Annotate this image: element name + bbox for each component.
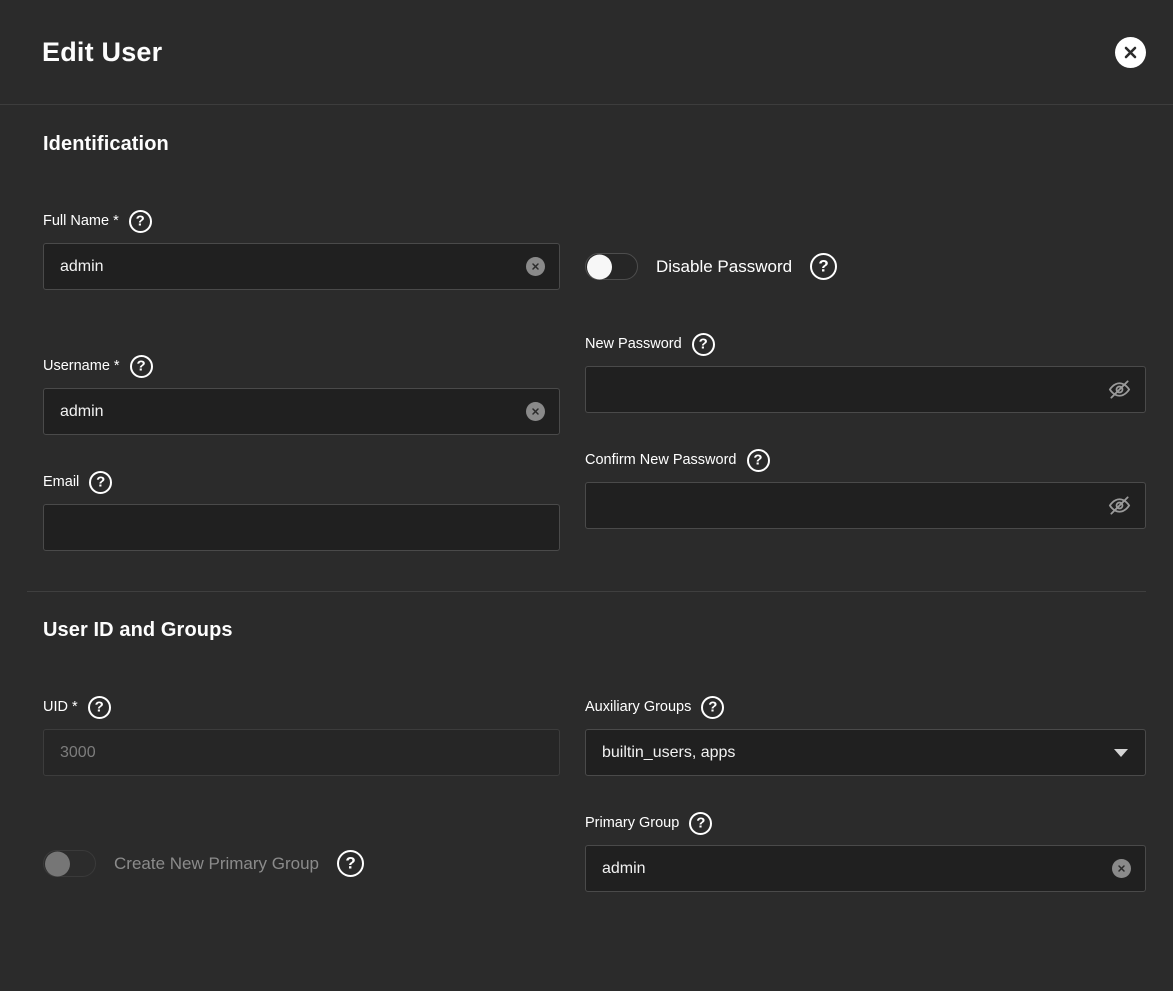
confirm-new-password-label: Confirm New Password bbox=[585, 453, 737, 468]
field-username: Username ? admin bbox=[43, 353, 560, 435]
disable-password-row: Disable Password ? bbox=[585, 243, 1146, 290]
full-name-value: admin bbox=[60, 259, 518, 275]
create-new-primary-group-row: Create New Primary Group ? bbox=[43, 840, 560, 887]
full-name-input[interactable]: admin bbox=[43, 243, 560, 290]
confirm-new-password-help-icon[interactable]: ? bbox=[747, 449, 770, 472]
auxiliary-groups-help-icon[interactable]: ? bbox=[701, 696, 724, 719]
primary-group-value: admin bbox=[602, 861, 1104, 877]
edit-user-dialog: Edit User Identification Full Name ? bbox=[0, 0, 1173, 991]
uid-help-icon[interactable]: ? bbox=[88, 696, 111, 719]
disable-password-help-icon[interactable]: ? bbox=[810, 253, 837, 280]
section-title-identification: Identification bbox=[27, 133, 1146, 156]
field-full-name: Full Name ? admin bbox=[43, 208, 560, 290]
field-confirm-new-password: Confirm New Password ? bbox=[585, 447, 1146, 529]
username-value: admin bbox=[60, 404, 518, 420]
username-label: Username bbox=[43, 359, 120, 374]
user-id-groups-right-column: Auxiliary Groups ? builtin_users, apps P… bbox=[585, 694, 1146, 892]
eye-off-icon bbox=[1108, 494, 1131, 517]
uid-placeholder: 3000 bbox=[60, 745, 545, 761]
field-disable-password: Disable Password ? bbox=[585, 208, 1146, 290]
field-primary-group: Primary Group ? admin bbox=[585, 810, 1146, 892]
clear-icon-glyph bbox=[530, 406, 541, 417]
primary-group-clear-icon[interactable] bbox=[1112, 859, 1131, 878]
clear-icon-glyph bbox=[530, 261, 541, 272]
new-password-label-row: New Password ? bbox=[585, 331, 1146, 357]
section-title-user-id-and-groups: User ID and Groups bbox=[27, 619, 1146, 642]
new-password-help-icon[interactable]: ? bbox=[692, 333, 715, 356]
auxiliary-groups-select[interactable]: builtin_users, apps bbox=[585, 729, 1146, 776]
primary-group-label-row: Primary Group ? bbox=[585, 810, 1146, 836]
email-label: Email bbox=[43, 475, 79, 490]
create-new-primary-group-help-icon[interactable]: ? bbox=[337, 850, 364, 877]
auxiliary-groups-label: Auxiliary Groups bbox=[585, 700, 691, 715]
disable-password-label: Disable Password bbox=[656, 257, 792, 277]
field-email: Email ? bbox=[43, 469, 560, 551]
toggle-knob bbox=[45, 851, 70, 876]
auxiliary-groups-label-row: Auxiliary Groups ? bbox=[585, 694, 1146, 720]
field-create-new-primary-group: Create New Primary Group ? bbox=[43, 840, 560, 887]
identification-grid: Full Name ? admin bbox=[27, 208, 1146, 551]
confirm-new-password-label-row: Confirm New Password ? bbox=[585, 447, 1146, 473]
uid-input: 3000 bbox=[43, 729, 560, 776]
field-auxiliary-groups: Auxiliary Groups ? builtin_users, apps bbox=[585, 694, 1146, 776]
uid-label: UID bbox=[43, 700, 78, 715]
disable-password-toggle[interactable] bbox=[585, 253, 638, 280]
full-name-clear-icon[interactable] bbox=[526, 257, 545, 276]
field-new-password: New Password ? bbox=[585, 331, 1146, 413]
username-label-row: Username ? bbox=[43, 353, 560, 379]
identification-right-column: Disable Password ? New Password ? bbox=[585, 208, 1146, 551]
eye-off-icon bbox=[1108, 378, 1131, 401]
page-title: Edit User bbox=[42, 37, 162, 68]
new-password-visibility-toggle[interactable] bbox=[1107, 378, 1131, 402]
primary-group-input[interactable]: admin bbox=[585, 845, 1146, 892]
confirm-new-password-visibility-toggle[interactable] bbox=[1107, 494, 1131, 518]
confirm-new-password-input[interactable] bbox=[585, 482, 1146, 529]
full-name-label: Full Name bbox=[43, 214, 119, 229]
dialog-header: Edit User bbox=[0, 0, 1173, 105]
uid-label-row: UID ? bbox=[43, 694, 560, 720]
auxiliary-groups-value: builtin_users, apps bbox=[602, 745, 1103, 761]
email-label-row: Email ? bbox=[43, 469, 560, 495]
chevron-down-icon-glyph bbox=[1114, 749, 1128, 757]
username-input[interactable]: admin bbox=[43, 388, 560, 435]
toggle-knob bbox=[587, 254, 612, 279]
primary-group-label: Primary Group bbox=[585, 816, 679, 831]
auxiliary-groups-chevron-down-icon[interactable] bbox=[1111, 743, 1131, 763]
user-id-groups-left-column: UID ? 3000 Create New Primary Group bbox=[27, 694, 560, 892]
close-button[interactable] bbox=[1115, 37, 1146, 68]
new-password-input[interactable] bbox=[585, 366, 1146, 413]
field-uid: UID ? 3000 bbox=[43, 694, 560, 776]
full-name-help-icon[interactable]: ? bbox=[129, 210, 152, 233]
create-new-primary-group-toggle bbox=[43, 850, 96, 877]
create-new-primary-group-label: Create New Primary Group bbox=[114, 854, 319, 874]
close-icon bbox=[1122, 44, 1139, 61]
new-password-label: New Password bbox=[585, 337, 682, 352]
primary-group-help-icon[interactable]: ? bbox=[689, 812, 712, 835]
identification-left-column: Full Name ? admin bbox=[27, 208, 560, 551]
username-clear-icon[interactable] bbox=[526, 402, 545, 421]
dialog-body: Identification Full Name ? admin bbox=[0, 105, 1173, 991]
username-help-icon[interactable]: ? bbox=[130, 355, 153, 378]
clear-icon-glyph bbox=[1116, 863, 1127, 874]
full-name-label-row: Full Name ? bbox=[43, 208, 560, 234]
email-input[interactable] bbox=[43, 504, 560, 551]
user-id-groups-grid: UID ? 3000 Create New Primary Group bbox=[27, 694, 1146, 892]
email-help-icon[interactable]: ? bbox=[89, 471, 112, 494]
